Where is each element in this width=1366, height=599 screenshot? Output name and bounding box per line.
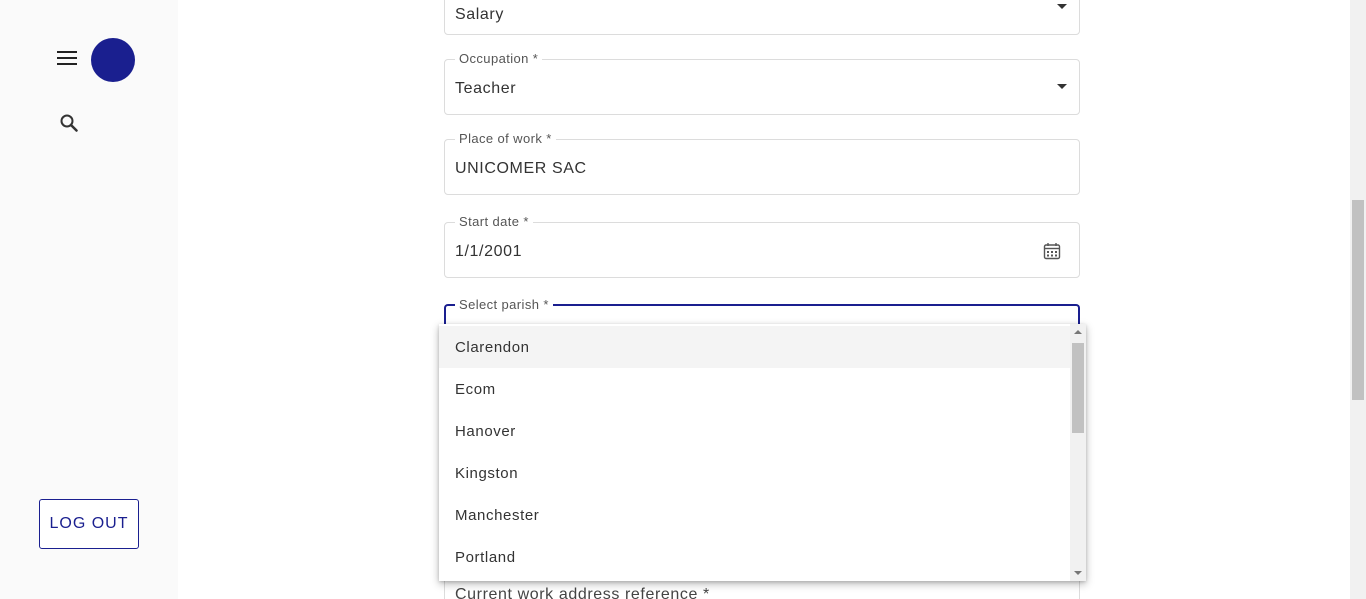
occupation-label: Occupation * xyxy=(455,51,543,66)
scroll-up-arrow-icon[interactable] xyxy=(1074,330,1082,334)
calendar-icon[interactable] xyxy=(1043,242,1061,260)
place-of-work-field[interactable]: Place of work * UNICOMER SAC xyxy=(444,131,1080,195)
logout-button[interactable]: LOG OUT xyxy=(39,499,139,549)
parish-option-hanover[interactable]: Hanover xyxy=(439,410,1070,452)
work-address-label: Current work address reference * xyxy=(455,586,710,599)
parish-option-ecom[interactable]: Ecom xyxy=(439,368,1070,410)
parish-option-portland[interactable]: Portland xyxy=(439,536,1070,578)
parish-option-kingston[interactable]: Kingston xyxy=(439,452,1070,494)
place-of-work-value: UNICOMER SAC xyxy=(455,160,587,177)
dropdown-scrollbar-thumb[interactable] xyxy=(1072,343,1084,433)
income-type-value: Salary xyxy=(455,6,504,23)
chevron-down-icon xyxy=(1057,84,1067,89)
page-scrollbar[interactable] xyxy=(1350,0,1366,599)
chevron-down-icon xyxy=(1057,4,1067,9)
scroll-down-arrow-icon[interactable] xyxy=(1074,571,1082,575)
income-type-select[interactable]: Salary xyxy=(444,0,1080,35)
hamburger-menu-icon[interactable] xyxy=(57,51,77,67)
parish-option-manchester[interactable]: Manchester xyxy=(439,494,1070,536)
parish-option-clarendon[interactable]: Clarendon xyxy=(439,326,1070,368)
avatar[interactable] xyxy=(91,38,135,82)
parish-dropdown-list[interactable]: Clarendon Ecom Hanover Kingston Manchest… xyxy=(439,324,1086,581)
search-icon[interactable] xyxy=(59,113,79,133)
start-date-value: 1/1/2001 xyxy=(455,243,523,260)
parish-label: Select parish * xyxy=(455,297,553,312)
dropdown-scrollbar[interactable] xyxy=(1070,324,1086,581)
sidebar: LOG OUT xyxy=(0,0,178,599)
occupation-value: Teacher xyxy=(455,80,517,97)
start-date-field[interactable]: Start date * 1/1/2001 xyxy=(444,214,1080,278)
page-scrollbar-thumb[interactable] xyxy=(1352,200,1364,400)
occupation-select[interactable]: Occupation * Teacher xyxy=(444,51,1080,115)
place-of-work-label: Place of work * xyxy=(455,131,556,146)
start-date-label: Start date * xyxy=(455,214,533,229)
